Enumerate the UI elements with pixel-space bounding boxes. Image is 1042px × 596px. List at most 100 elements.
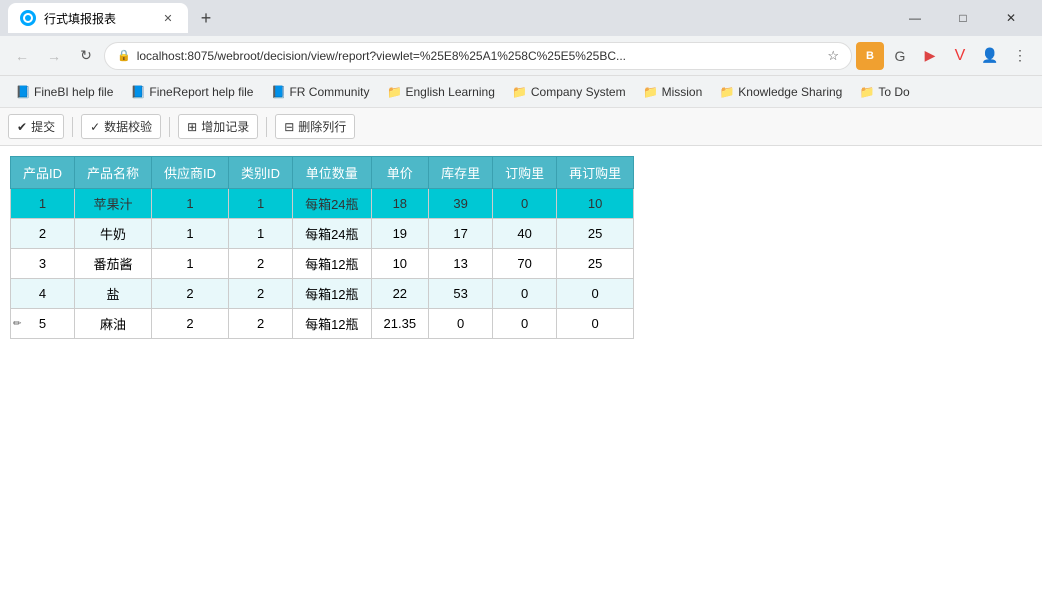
browser-toolbar-icons: B G ▶ V 👤 ⋮: [856, 42, 1034, 70]
table-container: 产品ID 产品名称 供应商ID 类别ID 单位数量 单价 库存里 订购里 再订购…: [0, 146, 1042, 349]
bookmark-finebi-label: FineBI help file: [34, 85, 113, 99]
new-tab-button[interactable]: +: [192, 4, 220, 32]
window-controls: — □ ✕: [892, 2, 1034, 34]
table-cell: 1: [152, 189, 229, 219]
forward-button[interactable]: →: [40, 42, 68, 70]
table-row[interactable]: 2牛奶11每箱24瓶19174025: [11, 219, 634, 249]
col-header-category-id: 类别ID: [229, 157, 293, 189]
col-header-order: 订购里: [493, 157, 557, 189]
url-text: localhost:8075/webroot/decision/view/rep…: [137, 49, 822, 63]
translate-icon[interactable]: G: [886, 42, 914, 70]
table-cell: 每箱12瓶: [293, 279, 371, 309]
table-cell: 番茄酱: [75, 249, 152, 279]
table-cell: 0: [493, 309, 557, 339]
table-cell: 25: [557, 249, 634, 279]
bookmark-english-learning[interactable]: 📁 English Learning: [379, 81, 502, 103]
table-cell: 0: [493, 189, 557, 219]
bookmark-finereport[interactable]: 📘 FineReport help file: [123, 81, 261, 103]
toolbar-separator-1: [72, 117, 73, 137]
toolbar-separator-3: [266, 117, 267, 137]
bookmark-knowledge-sharing-icon: 📁: [720, 85, 734, 99]
page-content: ✔ 提交 ✓ 数据校验 ⊞ 增加记录 ⊟ 删除列行: [0, 108, 1042, 596]
cell-id-editing: ✏5: [11, 309, 75, 339]
data-table: 产品ID 产品名称 供应商ID 类别ID 单位数量 单价 库存里 订购里 再订购…: [10, 156, 634, 339]
table-cell: 25: [557, 219, 634, 249]
table-cell: 麻油: [75, 309, 152, 339]
bookmark-company-system-label: Company System: [531, 85, 626, 99]
bookmark-mission-icon: 📁: [644, 85, 658, 99]
edit-pencil-icon: ✏: [13, 318, 21, 329]
table-cell: 0: [557, 279, 634, 309]
table-cell: 2: [152, 279, 229, 309]
back-button[interactable]: ←: [8, 42, 36, 70]
cast-icon[interactable]: ▶: [916, 42, 944, 70]
url-bar[interactable]: 🔒 localhost:8075/webroot/decision/view/r…: [104, 42, 852, 70]
bookmark-fr-community[interactable]: 📘 FR Community: [263, 81, 377, 103]
submit-button[interactable]: ✔ 提交: [8, 114, 64, 139]
close-button[interactable]: ✕: [988, 2, 1034, 34]
table-cell: 22: [371, 279, 429, 309]
table-cell: 1: [229, 189, 293, 219]
maximize-button[interactable]: □: [940, 2, 986, 34]
table-cell: 4: [11, 279, 75, 309]
bookmark-finebi[interactable]: 📘 FineBI help file: [8, 81, 121, 103]
table-cell: 0: [429, 309, 493, 339]
validate-button[interactable]: ✓ 数据校验: [81, 114, 161, 139]
table-row[interactable]: 1苹果汁11每箱24瓶1839010: [11, 189, 634, 219]
vivaldi-icon[interactable]: V: [946, 42, 974, 70]
table-cell: 1: [229, 219, 293, 249]
table-cell: 2: [229, 309, 293, 339]
url-star-icon: ☆: [827, 48, 839, 64]
profile-icon[interactable]: 👤: [976, 42, 1004, 70]
bookmark-knowledge-sharing[interactable]: 📁 Knowledge Sharing: [712, 81, 850, 103]
bookmark-company-system-icon: 📁: [513, 85, 527, 99]
table-cell: 0: [557, 309, 634, 339]
validate-label: 数据校验: [104, 118, 152, 135]
table-row[interactable]: 4盐22每箱12瓶225300: [11, 279, 634, 309]
table-cell: 1: [152, 249, 229, 279]
table-row[interactable]: ✏5麻油22每箱12瓶21.35000: [11, 309, 634, 339]
table-cell: 2: [229, 249, 293, 279]
minimize-button[interactable]: —: [892, 2, 938, 34]
bookmark-english-learning-label: English Learning: [405, 85, 494, 99]
bookmark-fr-community-label: FR Community: [289, 85, 369, 99]
bookmark-finereport-icon: 📘: [131, 85, 145, 99]
col-header-product-name: 产品名称: [75, 157, 152, 189]
browser-tab[interactable]: 行式填报报表 ✕: [8, 3, 188, 33]
submit-icon: ✔: [17, 120, 27, 134]
submit-label: 提交: [31, 118, 55, 135]
tab-title: 行式填报报表: [44, 10, 116, 27]
table-cell: 18: [371, 189, 429, 219]
tab-close-button[interactable]: ✕: [160, 10, 176, 26]
table-cell: 53: [429, 279, 493, 309]
bookmark-company-system[interactable]: 📁 Company System: [505, 81, 634, 103]
delete-row-label: 删除列行: [298, 118, 346, 135]
bookmark-fr-community-icon: 📘: [271, 85, 285, 99]
bookmark-knowledge-sharing-label: Knowledge Sharing: [738, 85, 842, 99]
bookmark-todo[interactable]: 📁 To Do: [852, 81, 917, 103]
table-cell: 盐: [75, 279, 152, 309]
table-cell: 10: [557, 189, 634, 219]
bookmark-todo-icon: 📁: [860, 85, 874, 99]
table-row[interactable]: 3番茄酱12每箱12瓶10137025: [11, 249, 634, 279]
bookmark-mission[interactable]: 📁 Mission: [636, 81, 711, 103]
table-cell: 21.35: [371, 309, 429, 339]
extensions-icon[interactable]: B: [856, 42, 884, 70]
table-cell: 1: [11, 189, 75, 219]
table-cell: 每箱12瓶: [293, 309, 371, 339]
add-row-button[interactable]: ⊞ 增加记录: [178, 114, 258, 139]
table-cell: 2: [229, 279, 293, 309]
delete-row-icon: ⊟: [284, 120, 294, 134]
bookmarks-bar: 📘 FineBI help file 📘 FineReport help fil…: [0, 76, 1042, 108]
browser-window: 行式填报报表 ✕ + — □ ✕ ← → ↻ 🔒 localhost:8075/…: [0, 0, 1042, 596]
delete-row-button[interactable]: ⊟ 删除列行: [275, 114, 355, 139]
table-cell: 39: [429, 189, 493, 219]
reload-button[interactable]: ↻: [72, 42, 100, 70]
address-bar: ← → ↻ 🔒 localhost:8075/webroot/decision/…: [0, 36, 1042, 76]
col-header-unit-qty: 单位数量: [293, 157, 371, 189]
report-toolbar: ✔ 提交 ✓ 数据校验 ⊞ 增加记录 ⊟ 删除列行: [0, 108, 1042, 146]
table-cell: 2: [11, 219, 75, 249]
menu-icon[interactable]: ⋮: [1006, 42, 1034, 70]
bookmark-todo-label: To Do: [878, 85, 909, 99]
validate-icon: ✓: [90, 120, 100, 134]
